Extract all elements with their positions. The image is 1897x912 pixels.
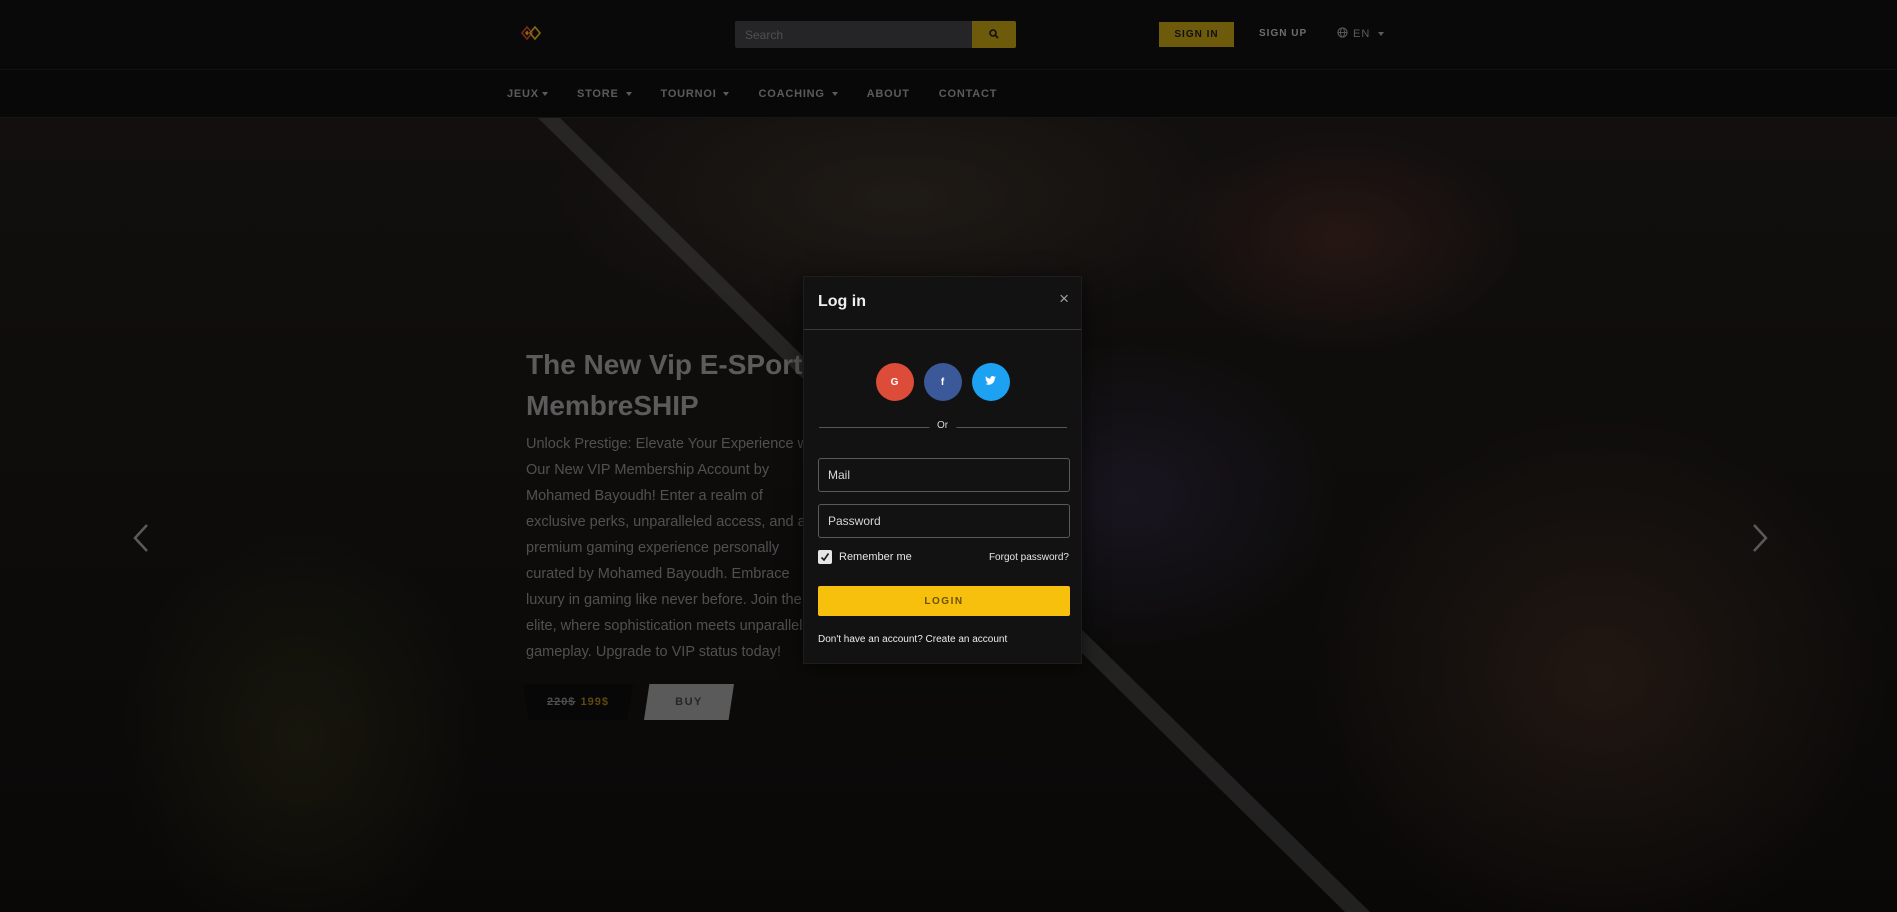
mail-input[interactable] — [818, 458, 1070, 492]
twitter-icon — [985, 376, 996, 388]
remember-me-checkbox[interactable]: Remember me — [818, 550, 912, 564]
facebook-icon: f — [940, 376, 945, 388]
twitter-login-button[interactable] — [971, 363, 1010, 401]
login-modal: Log in × G f Or Remember me Forgot passw… — [803, 276, 1082, 664]
login-button[interactable]: LOGIN — [818, 586, 1070, 616]
divider-label: Or — [928, 420, 957, 431]
google-icon: G — [890, 376, 899, 388]
google-login-button[interactable]: G — [875, 363, 914, 401]
forgot-password-link[interactable]: Forgot password? — [989, 552, 1069, 563]
create-account-link[interactable]: Create an account — [926, 634, 1008, 645]
close-icon[interactable]: × — [1059, 290, 1069, 307]
no-account-text: Don't have an account? — [818, 634, 923, 645]
create-account-row: Don't have an account? Create an account — [818, 634, 1007, 645]
facebook-login-button[interactable]: f — [923, 363, 962, 401]
modal-title: Log in — [818, 293, 866, 310]
remember-me-label: Remember me — [839, 551, 912, 563]
password-input[interactable] — [818, 504, 1070, 538]
checkmark-icon — [818, 550, 832, 564]
social-login-group: G f — [804, 363, 1081, 401]
modal-header: Log in × — [804, 277, 1081, 330]
